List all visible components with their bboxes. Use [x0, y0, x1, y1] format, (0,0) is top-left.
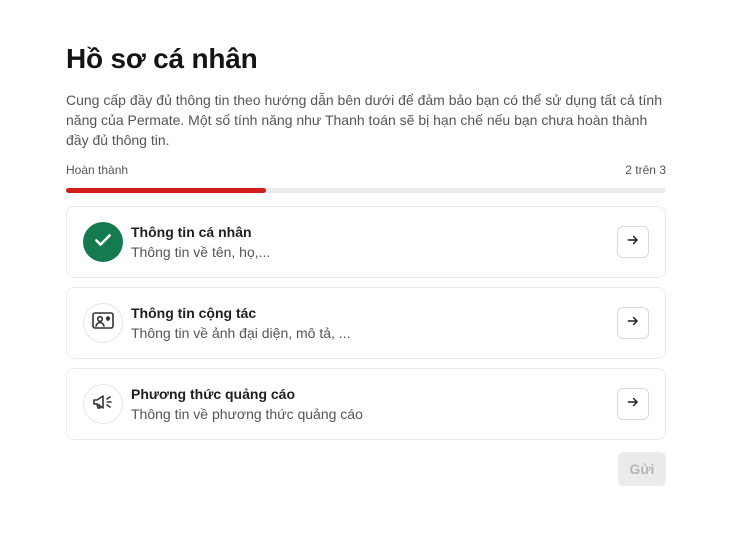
step-title: Phương thức quảng cáo: [131, 385, 296, 402]
page-title: Hồ sơ cá nhân: [66, 43, 258, 74]
step-text: Thông tin cá nhân Thông tin về tên, họ,.…: [131, 223, 617, 262]
profile-panel: Hồ sơ cá nhân Cung cấp đầy đủ thông tin …: [66, 40, 666, 486]
step-subtitle: Thông tin về tên, họ,...: [131, 243, 271, 260]
open-step-button[interactable]: [617, 226, 649, 258]
check-icon: [93, 230, 113, 255]
step-text: Phương thức quảng cáo Thông tin về phươn…: [131, 385, 617, 424]
step-list: Thông tin cá nhân Thông tin về tên, họ,.…: [66, 206, 666, 440]
step-status-badge: [83, 222, 123, 262]
open-step-button[interactable]: [617, 388, 649, 420]
progress-header: Hoàn thành 2 trên 3: [66, 162, 666, 178]
submit-button[interactable]: Gửi: [618, 452, 666, 486]
step-card-collaboration-info[interactable]: Thông tin cộng tác Thông tin về ảnh đại …: [66, 287, 666, 359]
arrow-right-icon: [626, 314, 640, 333]
footer: Gửi: [66, 452, 666, 486]
open-step-button[interactable]: [617, 307, 649, 339]
step-status-badge: [83, 384, 123, 424]
progress-count: 2 trên 3: [625, 163, 666, 177]
step-subtitle: Thông tin về phương thức quảng cáo: [131, 405, 363, 422]
page: Hồ sơ cá nhân Cung cấp đầy đủ thông tin …: [0, 0, 740, 542]
progress-label: Hoàn thành: [66, 163, 129, 177]
step-card-advertising-method[interactable]: Phương thức quảng cáo Thông tin về phươn…: [66, 368, 666, 440]
step-card-personal-info[interactable]: Thông tin cá nhân Thông tin về tên, họ,.…: [66, 206, 666, 278]
id-card-icon: [91, 310, 115, 337]
step-title: Thông tin cộng tác: [131, 304, 257, 321]
arrow-right-icon: [626, 395, 640, 414]
progress-bar-fill: [66, 188, 266, 193]
step-subtitle: Thông tin về ảnh đại diện, mô tả, ...: [131, 324, 351, 341]
step-title: Thông tin cá nhân: [131, 223, 252, 240]
page-description: Cung cấp đầy đủ thông tin theo hướng dẫn…: [66, 92, 663, 148]
step-text: Thông tin cộng tác Thông tin về ảnh đại …: [131, 304, 617, 343]
progress-bar: [66, 188, 666, 193]
arrow-right-icon: [626, 233, 640, 252]
step-status-badge: [83, 303, 123, 343]
megaphone-icon: [91, 391, 115, 418]
